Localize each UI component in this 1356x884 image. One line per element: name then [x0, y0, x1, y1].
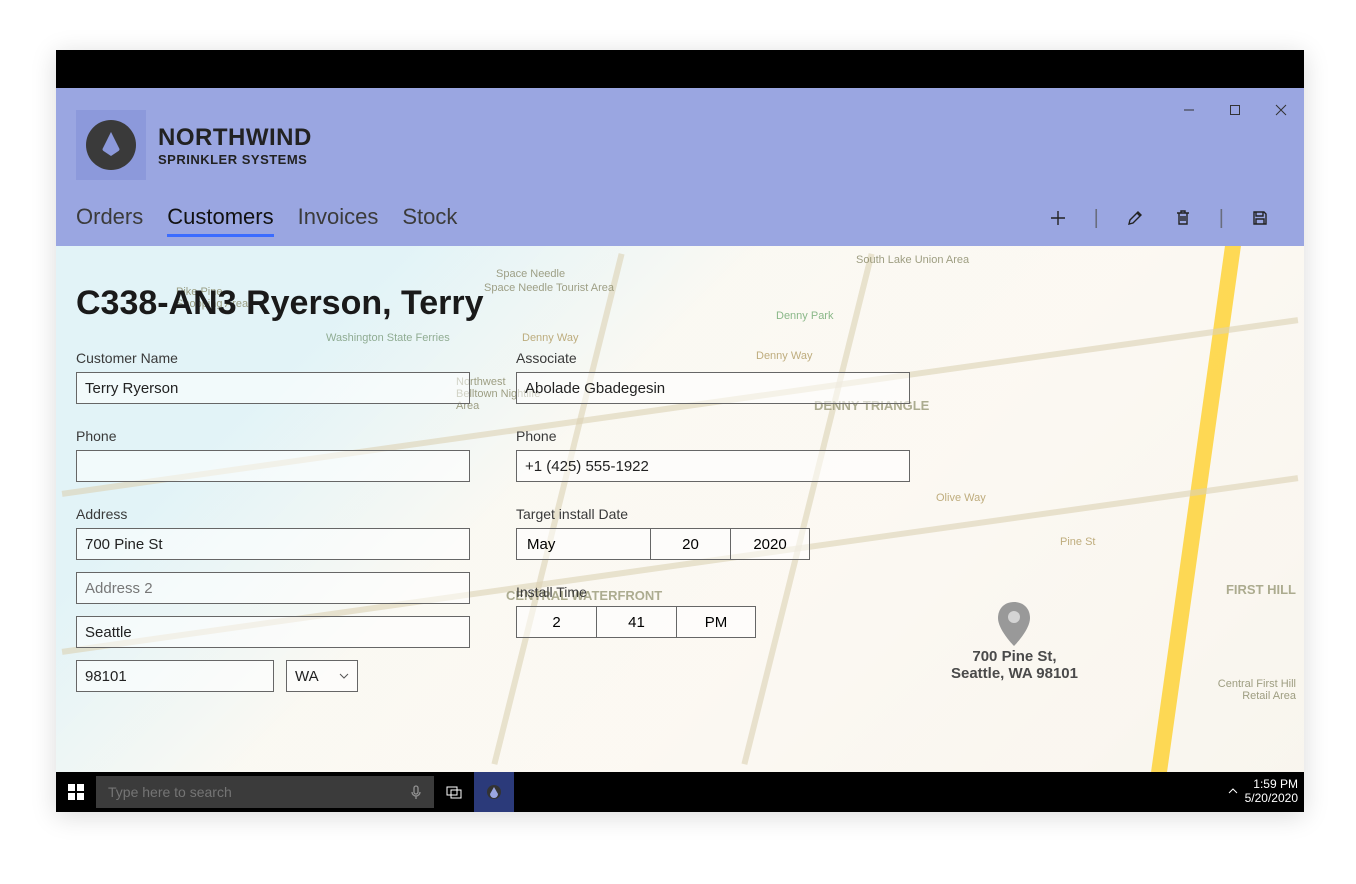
label-install-time: Install Time: [516, 584, 910, 600]
titlebar: [56, 50, 1304, 88]
taskbar-clock[interactable]: 1:59 PM 5/20/2020: [1245, 778, 1298, 806]
close-button[interactable]: [1258, 88, 1304, 132]
content: Space Needle Space Needle Tourist Area D…: [56, 246, 1304, 772]
app-logo-icon: [485, 783, 503, 801]
zip-input[interactable]: [76, 660, 274, 692]
label-associate: Associate: [516, 350, 910, 366]
label-associate-phone: Phone: [516, 428, 910, 444]
start-button[interactable]: [56, 772, 96, 812]
state-value: WA: [295, 668, 319, 685]
associate-name-input[interactable]: [516, 372, 910, 404]
taskbar-search-input[interactable]: [96, 776, 434, 808]
taskview-icon: [445, 783, 463, 801]
windows-icon: [68, 784, 84, 800]
install-time-hour[interactable]: 2: [516, 606, 596, 638]
divider: |: [1094, 207, 1099, 230]
label-customer-phone: Phone: [76, 428, 470, 444]
install-time-minute[interactable]: 41: [596, 606, 676, 638]
nav-actions: | |: [1046, 206, 1284, 230]
state-select[interactable]: WA: [286, 660, 358, 692]
minimize-button[interactable]: [1166, 88, 1212, 132]
tab-stock[interactable]: Stock: [402, 200, 457, 237]
app-window: NORTHWIND SPRINKLER SYSTEMS Orders Custo…: [56, 50, 1304, 812]
install-date-year[interactable]: 2020: [730, 528, 810, 560]
label-customer-name: Customer Name: [76, 350, 470, 366]
chevron-down-icon: [339, 671, 349, 681]
systray-expand-icon[interactable]: [1227, 785, 1239, 800]
form-right: Associate Phone Target install Date May …: [516, 350, 910, 662]
install-date-picker: May 20 2020: [516, 528, 910, 560]
save-button[interactable]: [1248, 206, 1272, 230]
customer-name-input[interactable]: [76, 372, 470, 404]
tab-invoices[interactable]: Invoices: [298, 200, 379, 237]
mic-icon[interactable]: [408, 784, 424, 800]
brand-line1: NORTHWIND: [158, 124, 312, 152]
window-controls: [1166, 88, 1304, 132]
map-pin: 700 Pine St, Seattle, WA 98101: [951, 602, 1078, 682]
systray: 1:59 PM 5/20/2020: [1227, 772, 1298, 812]
app-taskbar-button[interactable]: [474, 772, 514, 812]
logo-icon: [76, 110, 146, 180]
zip-state-row: WA: [76, 660, 470, 704]
tab-orders[interactable]: Orders: [76, 200, 143, 237]
address2-input[interactable]: [76, 572, 470, 604]
install-date-month[interactable]: May: [516, 528, 650, 560]
taskbar-date: 5/20/2020: [1245, 792, 1298, 806]
form-left: Customer Name Phone Address WA: [76, 350, 470, 728]
address1-input[interactable]: [76, 528, 470, 560]
install-date-day[interactable]: 20: [650, 528, 730, 560]
maximize-button[interactable]: [1212, 88, 1258, 132]
divider: |: [1219, 207, 1224, 230]
brand-line2: SPRINKLER SYSTEMS: [158, 152, 312, 167]
taskbar-search: [96, 772, 434, 812]
associate-phone-input[interactable]: [516, 450, 910, 482]
add-button[interactable]: [1046, 206, 1070, 230]
customer-phone-input[interactable]: [76, 450, 470, 482]
nav-row: Orders Customers Invoices Stock | |: [56, 190, 1304, 246]
taskbar-time: 1:59 PM: [1245, 778, 1298, 792]
map-pin-label: 700 Pine St, Seattle, WA 98101: [951, 648, 1078, 682]
taskview-button[interactable]: [434, 772, 474, 812]
app-header: NORTHWIND SPRINKLER SYSTEMS Orders Custo…: [56, 88, 1304, 246]
tabs: Orders Customers Invoices Stock: [76, 200, 457, 237]
install-time-picker: 2 41 PM: [516, 606, 910, 638]
delete-button[interactable]: [1171, 206, 1195, 230]
page-title: C338-AN3 Ryerson, Terry: [76, 284, 484, 323]
edit-button[interactable]: [1123, 206, 1147, 230]
taskbar: 1:59 PM 5/20/2020: [56, 772, 1304, 812]
install-time-ampm[interactable]: PM: [676, 606, 756, 638]
brand: NORTHWIND SPRINKLER SYSTEMS: [56, 88, 1304, 190]
tab-customers[interactable]: Customers: [167, 200, 273, 237]
city-input[interactable]: [76, 616, 470, 648]
label-install-date: Target install Date: [516, 506, 910, 522]
pin-icon: [996, 602, 1032, 646]
brand-text: NORTHWIND SPRINKLER SYSTEMS: [158, 124, 312, 167]
label-address: Address: [76, 506, 470, 522]
